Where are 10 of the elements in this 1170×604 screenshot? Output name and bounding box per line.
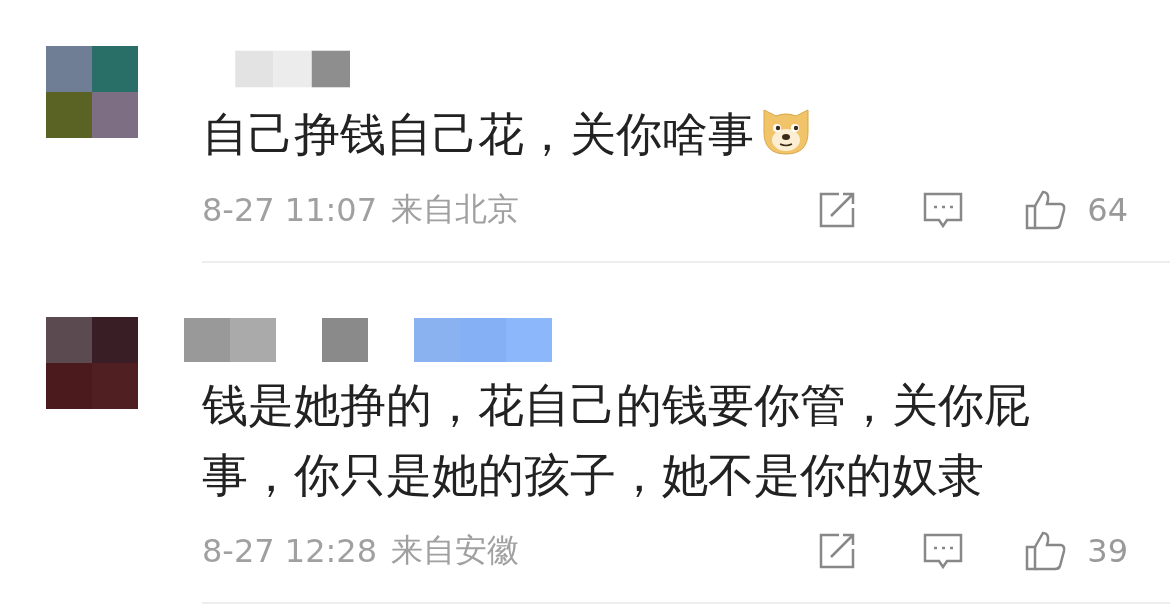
comment-text: 自己挣钱自己花，关你啥事	[202, 99, 1052, 169]
like-count: 64	[1087, 191, 1128, 229]
thumbs-up-icon[interactable]	[1023, 188, 1068, 232]
like-count: 39	[1087, 532, 1128, 570]
thumbs-up-icon[interactable]	[1023, 529, 1068, 573]
comment-text: 钱是她挣的，花自己的钱要你管，关你屁事，你只是她的孩子，她不是你的奴隶	[202, 377, 1031, 504]
comment-location: 来自北京	[391, 189, 519, 230]
comment-time: 8-27 11:07	[202, 191, 377, 229]
comment-time: 8-27 12:28	[202, 532, 377, 570]
comment-location: 来自安徽	[391, 530, 519, 571]
